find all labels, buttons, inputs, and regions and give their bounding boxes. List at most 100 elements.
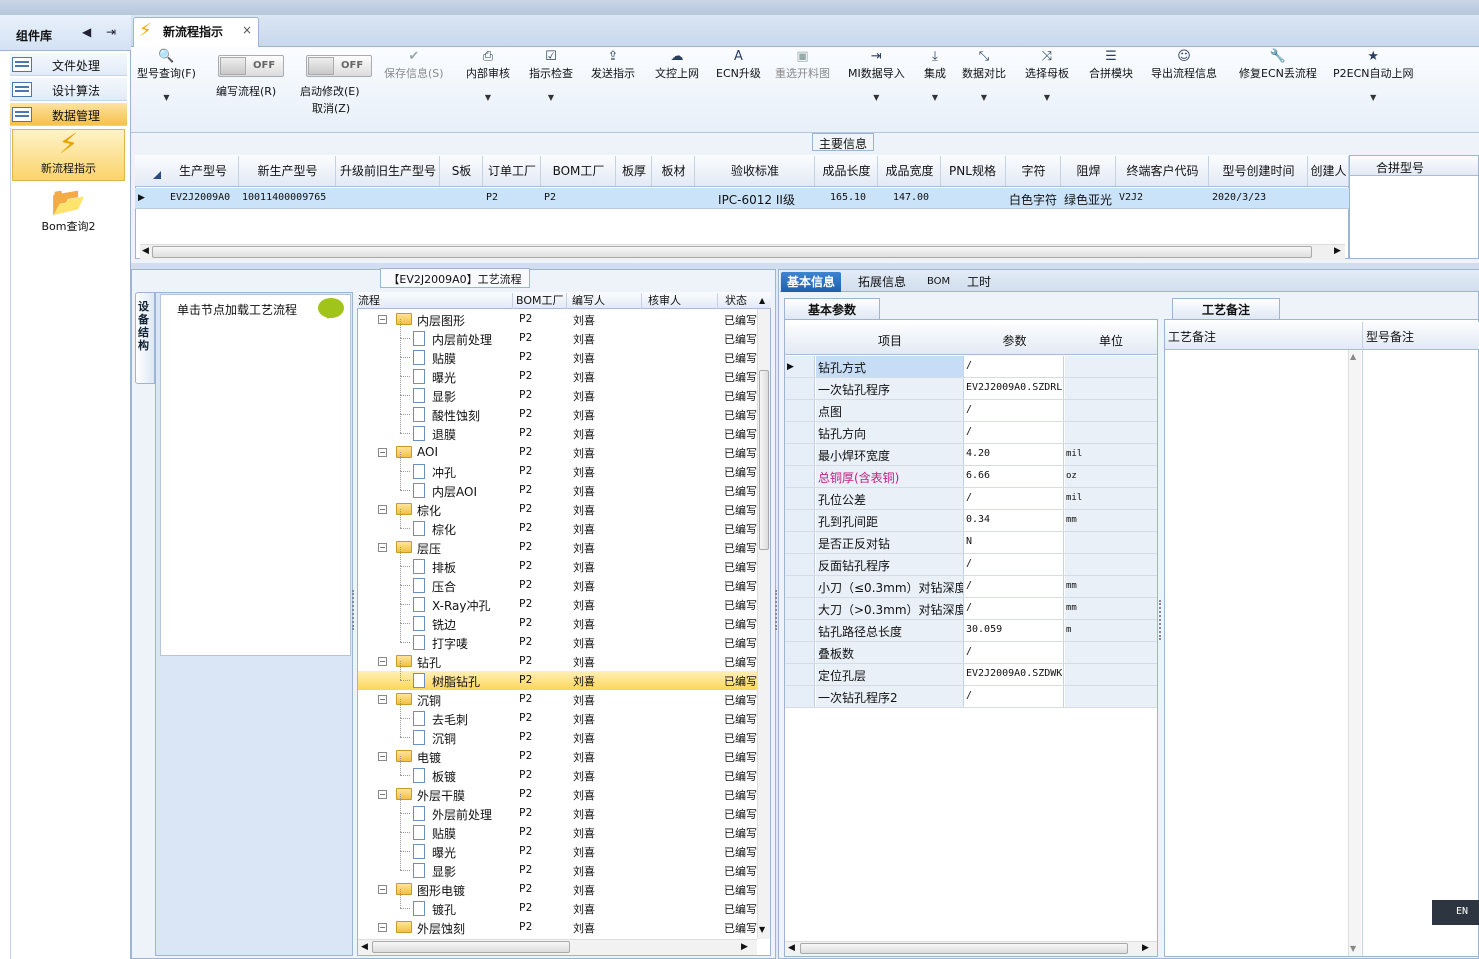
scroll-down-icon[interactable]: ▼ [1350,944,1356,953]
sidebar-item-2[interactable]: 数据管理 [10,103,127,126]
param-value[interactable]: EV2J2009A0.SZDRL [965,378,1064,399]
collapse-icon[interactable]: − [378,752,387,761]
tree-node[interactable]: 压合 P2 刘喜 已编写 [358,576,757,595]
column-header[interactable]: 型号创建时间 [1210,156,1308,186]
bom-query-button[interactable]: 📂 Bom查询2 [12,188,125,238]
chevron-down-icon[interactable]: ▼ [529,93,573,102]
toolbar-button-3[interactable]: ☑ 指示检查 ▼ [529,49,573,102]
col-item[interactable]: 项目 [816,332,964,349]
col-process[interactable]: 流程 [358,293,513,309]
scroll-left-icon[interactable]: ◀ [788,943,795,953]
tree-node[interactable]: − 钻孔 P2 刘喜 已编写 [358,652,757,671]
toolbar-button-0[interactable]: 🔍 型号查询(F) ▼ [137,49,196,102]
chevron-down-icon[interactable]: ▼ [1333,93,1414,102]
tree-node[interactable]: − 沉铜 P2 刘喜 已编写 [358,690,757,709]
param-row[interactable]: 小刀（≤0.3mm）对钻深度 / mm [785,576,1157,598]
tree-node[interactable]: 打字唛 P2 刘喜 已编写 [358,633,757,652]
tree-node[interactable]: 去毛刺 P2 刘喜 已编写 [358,709,757,728]
process-notes-tab[interactable]: 工艺备注 [1172,298,1280,319]
table-cell[interactable]: 白色字符 [1009,191,1061,208]
col-writer[interactable]: 编写人 [572,293,642,309]
column-header[interactable]: S板 [441,156,483,186]
tree-node[interactable]: 贴膜 P2 刘喜 已编写 [358,823,757,842]
scroll-thumb[interactable] [759,370,769,550]
toolbar-button-8[interactable]: ⇥ MI数据导入 ▼ [848,49,905,102]
scroll-right-icon[interactable]: ▶ [1334,246,1341,256]
toolbar-button-5[interactable]: ☁ 文控上网 [655,49,699,81]
param-row[interactable]: 钻孔方式 / [785,356,1157,378]
toolbar-button-14[interactable]: 🔧 修复ECN丢流程 [1239,49,1317,81]
edit-process-toggle[interactable]: OFF [218,55,284,77]
chevron-down-icon[interactable]: ▼ [848,93,905,102]
scroll-up-icon[interactable]: ▲ [759,296,765,305]
toolbar-button-11[interactable]: ⤨ 选择母板 ▼ [1025,49,1069,102]
param-row[interactable]: 大刀（>0.3mm）对钻深度 / mm [785,598,1157,620]
toolbar-button-15[interactable]: ★ P2ECN自动上网 ▼ [1333,49,1414,102]
collapse-icon[interactable]: − [378,657,387,666]
column-header[interactable]: 成品宽度 [879,156,941,186]
sidebar-item-0[interactable]: 文件处理 [10,53,127,76]
param-row[interactable]: 是否正反对钻 N [785,532,1157,554]
table-cell[interactable]: EV2J2009A0 [170,192,239,203]
splitter-grip[interactable] [1159,600,1163,640]
param-row[interactable]: 定位孔层 EV2J2009A0.SZDWK [785,664,1157,686]
tree-node[interactable]: − 电镀 P2 刘喜 已编写 [358,747,757,766]
column-header[interactable]: 成品长度 [816,156,878,186]
tree-node[interactable]: 板镀 P2 刘喜 已编写 [358,766,757,785]
scroll-thumb[interactable] [800,943,1128,954]
table-cell[interactable]: IPC-6012 II级 [698,191,815,208]
sidebar-item-1[interactable]: 设计算法 [10,78,127,101]
param-value[interactable]: / [965,554,1064,575]
param-value[interactable]: / [965,356,1064,377]
splitter-grip[interactable] [352,590,356,630]
param-value[interactable]: 4.20 [965,444,1064,465]
column-header[interactable]: 字符 [1007,156,1061,186]
scroll-up-icon[interactable]: ▲ [1350,352,1356,361]
param-value[interactable]: / [965,422,1064,443]
tree-node[interactable]: − 棕化 P2 刘喜 已编写 [358,500,757,519]
collapse-left-icon[interactable]: ◀ [82,25,91,39]
param-value[interactable]: / [965,598,1064,619]
column-header[interactable]: 终端客户代码 [1117,156,1209,186]
param-row[interactable]: 总铜厚(含表铜) 6.66 oz [785,466,1157,488]
table-cell[interactable]: 绿色亚光 [1064,191,1116,208]
tree-node[interactable]: 内层AOI P2 刘喜 已编写 [358,481,757,500]
param-row[interactable]: 一次钻孔程序2/ [785,686,1157,708]
toolbar-button-1[interactable]: ✔ 保存信息(S) [384,49,444,81]
tree-node[interactable]: 冲孔 P2 刘喜 已编写 [358,462,757,481]
chevron-down-icon[interactable]: ▼ [924,93,946,102]
close-tab-icon[interactable]: × [242,23,252,37]
toolbar-button-2[interactable]: ⎙ 内部审核 ▼ [466,49,510,102]
new-process-button[interactable]: ⚡ 新流程指示 [12,129,125,181]
column-header[interactable]: 板厚 [617,156,652,186]
ime-indicator[interactable]: EN [1432,900,1479,925]
collapse-icon[interactable]: − [378,790,387,799]
scroll-thumb[interactable] [372,941,570,953]
tab-work-hours[interactable]: 工时 [961,272,997,292]
tree-node[interactable]: 镀孔 P2 刘喜 已编写 [358,899,757,918]
toolbar-button-10[interactable]: ⤡ 数据对比 ▼ [962,49,1006,102]
column-header[interactable]: 新生产型号 [240,156,336,186]
table-cell[interactable]: 10011400009765 [242,192,336,203]
column-header[interactable]: 阻焊 [1062,156,1116,186]
param-row[interactable]: 钻孔路径总长度 30.059 m [785,620,1157,642]
chevron-down-icon[interactable]: ▼ [466,93,510,102]
table-cell[interactable]: 2020/3/23 [1212,192,1308,203]
param-row[interactable]: 一次钻孔程序 EV2J2009A0.SZDRL [785,378,1157,400]
tree-node[interactable]: 酸性蚀刻 P2 刘喜 已编写 [358,405,757,424]
table-cell[interactable]: 165.10 [818,192,878,203]
column-header[interactable]: 板材 [653,156,695,186]
column-header[interactable]: 生产型号 [168,156,239,186]
toolbar-button-12[interactable]: ☰ 合拼模块 [1089,49,1133,81]
collapse-icon[interactable]: − [378,315,387,324]
column-header[interactable]: 升级前旧生产型号 [337,156,440,186]
param-row[interactable]: 孔到孔间距 0.34 mm [785,510,1157,532]
param-row[interactable]: 钻孔方向 / [785,422,1157,444]
collapse-icon[interactable]: − [378,695,387,704]
cancel-modify-label[interactable]: 取消(Z) [312,100,350,116]
param-row[interactable]: 孔位公差 / mil [785,488,1157,510]
col-unit[interactable]: 单位 [1065,332,1157,349]
toolbar-button-7[interactable]: ▣ 重选开料图 [775,49,830,81]
col-bom-factory[interactable]: BOM工厂 [516,293,567,309]
param-value[interactable]: 0.34 [965,510,1064,531]
